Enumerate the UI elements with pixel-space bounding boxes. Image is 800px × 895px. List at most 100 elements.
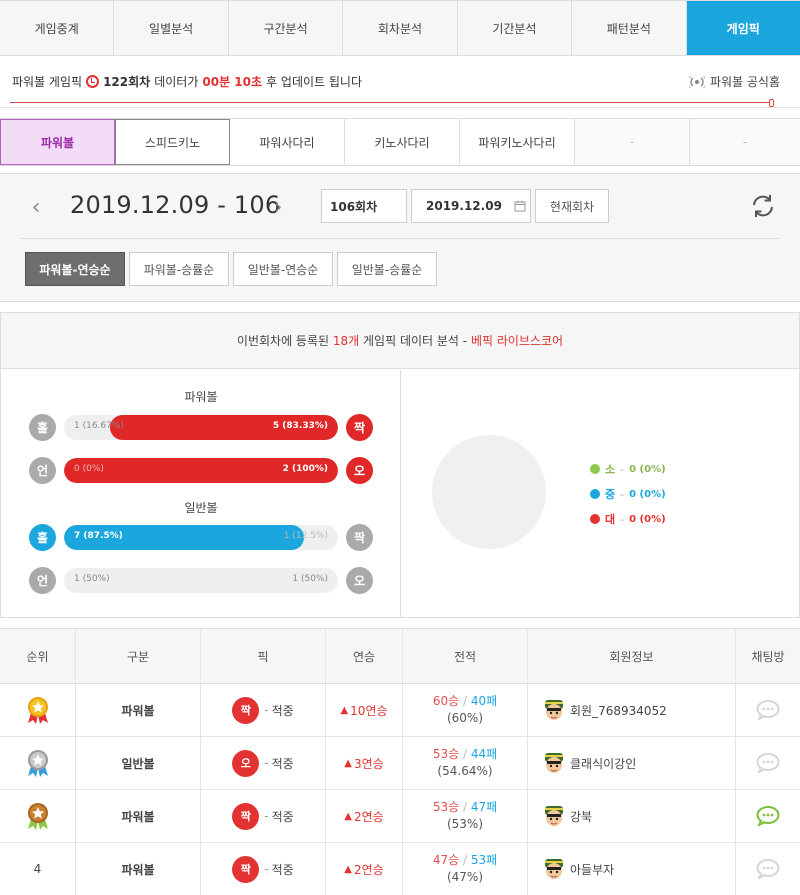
clock-icon [86, 75, 100, 88]
prev-round-button[interactable]: ‹ [28, 196, 44, 220]
silver-medal-icon [27, 750, 48, 777]
record-cell: 53승 / 44패 (54.64%) [403, 737, 528, 789]
sort-powerball-winrate[interactable]: 파워볼-승률순 [129, 252, 229, 286]
progress-line [10, 102, 772, 103]
wins: 60승 [432, 694, 460, 708]
member-cell[interactable]: 회원_768934052 [528, 684, 736, 736]
pick-badge: 짝 [232, 696, 260, 724]
legend-small: 소 - 0 (0%) [590, 461, 666, 477]
tab-keno-ladder[interactable]: 키노사다리 [345, 119, 460, 165]
powerball-underover-row: 언 0 (0%) 2 (100%) 오 [29, 457, 374, 485]
col-record: 전적 [403, 629, 528, 683]
top-nav: 게임중계 일별분석 구간분석 회차분석 기간분석 패턴분석 게임픽 [0, 0, 800, 56]
bar-track: 7 (87.5%) 1 (12.5%) [64, 525, 338, 550]
date-select-value: 2019.12.09 [426, 199, 502, 213]
nav-game-broadcast[interactable]: 게임중계 [0, 1, 115, 55]
pick-cell: 짝 - 적중 [201, 843, 326, 895]
nav-pattern-analysis[interactable]: 패턴분석 [572, 1, 687, 55]
tab-empty-1: - [575, 119, 690, 165]
bar-track: 0 (0%) 2 (100%) [64, 458, 338, 483]
avatar-icon [545, 753, 563, 773]
chat-bubble-icon[interactable] [756, 806, 780, 826]
tab-powerball[interactable]: 파워볼 [0, 119, 115, 165]
streak-value: 2연승 [353, 862, 384, 877]
chat-bubble-icon[interactable] [756, 700, 780, 720]
tab-power-ladder[interactable]: 파워사다리 [230, 119, 345, 165]
nav-game-pick[interactable]: 게임픽 [686, 1, 800, 55]
over-count: 2 (100%) [282, 464, 328, 474]
small-label: 소 [605, 463, 616, 476]
chat-cell[interactable] [736, 684, 800, 736]
streak-value: 3연승 [353, 756, 384, 771]
wins: 53승 [432, 747, 460, 761]
powerball-section-label: 파워볼 [184, 390, 218, 404]
losses: 53패 [470, 853, 498, 867]
wins: 53승 [432, 800, 460, 814]
small-dot [590, 464, 600, 474]
update-round: 122회차 [103, 75, 151, 89]
sort-powerball-streak[interactable]: 파워볼-연승순 [25, 252, 125, 286]
chat-bubble-icon[interactable] [756, 753, 780, 773]
chat-cell[interactable] [736, 737, 800, 789]
losses: 44패 [470, 747, 498, 761]
official-home-link[interactable]: 파워볼 공식홈 [688, 73, 780, 90]
hit-label: 적중 [271, 703, 294, 718]
member-name: 클래식이강인 [570, 756, 637, 771]
bar-track: 1 (50%) 1 (50%) [64, 568, 338, 593]
chat-cell[interactable] [736, 843, 800, 895]
update-mid: 데이터가 [154, 75, 199, 89]
gold-medal-icon [27, 697, 48, 724]
sort-normal-streak[interactable]: 일반볼-연승순 [233, 252, 333, 286]
over-count: 1 (50%) [292, 574, 328, 584]
under-count: 1 (50%) [74, 574, 110, 584]
date-select[interactable]: 2019.12.09 [411, 189, 531, 223]
next-round-button[interactable]: › [270, 196, 286, 220]
table-header: 순위 구분 픽 연승 전적 회원정보 채팅방 [0, 629, 800, 684]
medium-label: 중 [605, 488, 616, 501]
tab-speedkeno[interactable]: 스피드키노 [115, 119, 230, 165]
up-arrow-icon: ▲ [344, 863, 352, 875]
wins: 47승 [432, 853, 460, 867]
member-cell[interactable]: 클래식이강인 [528, 737, 736, 789]
round-select[interactable]: 106회차 [321, 189, 407, 223]
rank-cell [0, 684, 76, 736]
update-time: 00분 10초 [202, 75, 263, 89]
nav-round-analysis[interactable]: 회차분석 [343, 1, 458, 55]
analysis-count: 18개 [332, 334, 360, 348]
pick-cell: 짝 - 적중 [201, 684, 326, 736]
member-cell[interactable]: 강북 [528, 790, 736, 842]
sort-normal-winrate[interactable]: 일반볼-승률순 [337, 252, 437, 286]
under-badge: 언 [29, 567, 56, 594]
update-prefix: 파워볼 게임픽 [12, 75, 83, 89]
rank-cell [0, 790, 76, 842]
bronze-medal-icon [27, 803, 48, 830]
even-count: 1 (12.5%) [283, 531, 328, 541]
update-message: 파워볼 게임픽 122회차 데이터가 00분 10초 후 업데이트 됩니다 [12, 73, 362, 90]
avatar-icon [545, 859, 563, 879]
refresh-icon[interactable] [749, 192, 777, 220]
under-count: 0 (0%) [74, 464, 104, 474]
nav-range-analysis[interactable]: 구간분석 [229, 1, 344, 55]
tab-powerkeno-ladder[interactable]: 파워키노사다리 [460, 119, 575, 165]
chat-cell[interactable] [736, 790, 800, 842]
pick-badge: 오 [232, 749, 260, 777]
legend-medium: 중 - 0 (0%) [590, 486, 666, 502]
signal-icon [688, 75, 705, 88]
member-cell[interactable]: 아들부자 [528, 843, 736, 895]
table-row: 파워볼 짝 - 적중 ▲ 2연승 53승 / 47패 (53%) 강북 [0, 790, 800, 843]
table-row: 파워볼 짝 - 적중 ▲ 10연승 60승 / 40패 (60%) 회원_768… [0, 684, 800, 737]
chat-bubble-icon[interactable] [756, 859, 780, 879]
rank-number: 4 [33, 862, 42, 876]
col-streak: 연승 [326, 629, 403, 683]
large-label: 대 [605, 513, 616, 526]
up-arrow-icon: ▲ [340, 704, 349, 716]
nav-daily-analysis[interactable]: 일별분석 [114, 1, 229, 55]
streak-cell: ▲ 2연승 [326, 843, 403, 895]
col-chat: 채팅방 [751, 649, 785, 664]
hit-label: 적중 [271, 756, 294, 771]
hit-label: 적중 [271, 809, 294, 824]
progress-marker [769, 99, 774, 107]
streak-cell: ▲ 3연승 [326, 737, 403, 789]
current-round-button[interactable]: 현재회차 [535, 189, 609, 223]
nav-period-analysis[interactable]: 기간분석 [458, 1, 573, 55]
